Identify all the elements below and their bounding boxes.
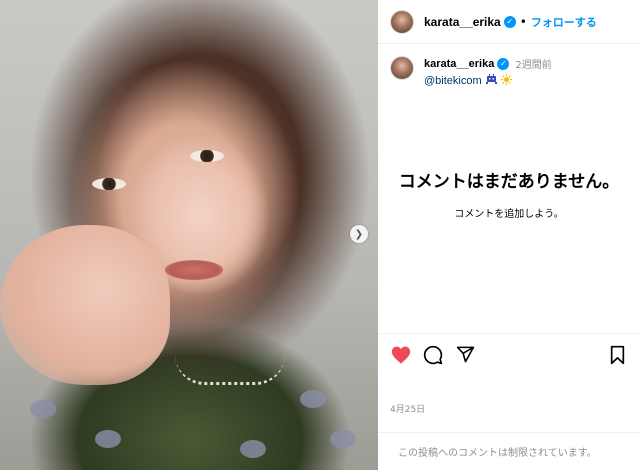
photo-detail [30,400,56,418]
verified-badge-icon: ✓ [497,57,510,70]
empty-comments-title: コメントはまだありません。 [398,172,620,192]
verified-badge-icon: ✓ [503,15,516,28]
caption-header: karata__erika ✓ 2週間前 [424,56,552,71]
post-side-panel: karata__erika ✓ • フォローする karata__erika ✓… [378,0,640,470]
bookmark-icon [610,345,624,364]
caption-username[interactable]: karata__erika [424,58,494,70]
caption-text: @bitekicom [424,74,552,88]
post-time[interactable]: 2週間前 [515,56,551,71]
post-header: karata__erika ✓ • フォローする [378,0,640,44]
chevron-right-icon: ❯ [354,228,364,240]
photo-detail [165,260,223,280]
author-username[interactable]: karata__erika [424,15,501,29]
photo-detail [175,355,285,385]
heart-icon [391,346,411,364]
like-button[interactable] [390,344,412,366]
post-photo [0,0,378,470]
caption: karata__erika ✓ 2週間前 @bitekicom [378,44,640,88]
post-actions [378,333,640,375]
avatar[interactable] [390,9,414,34]
carousel-next-button[interactable]: ❯ [350,225,368,243]
photo-detail [0,225,170,385]
separator-dot: • [519,14,527,29]
share-icon [456,346,474,363]
comment-button[interactable] [422,344,444,366]
post-date[interactable]: 4月25日 [390,402,425,415]
alien-monster-icon [485,74,497,88]
save-button[interactable] [606,344,628,366]
follow-button[interactable]: フォローする [531,14,597,30]
photo-detail [190,150,224,162]
comments-restricted-text: この投稿へのコメントは制限されています。 [398,448,597,459]
comments-restricted-notice: この投稿へのコメントは制限されています。 [378,432,640,470]
photo-detail [240,440,266,458]
photo-detail [330,430,356,448]
empty-comments: コメントはまだありません。 コメントを追加しよう。 [378,170,640,220]
photo-detail [300,390,326,408]
photo-detail [95,430,121,448]
comment-icon [423,345,443,364]
photo-detail [92,178,126,190]
sparkle-sun-icon [500,74,512,88]
share-button[interactable] [454,344,476,366]
empty-comments-subtitle: コメントを追加しよう。 [454,209,564,220]
caption-body: karata__erika ✓ 2週間前 @bitekicom [424,56,552,88]
caption-avatar[interactable] [390,56,414,80]
mention-link[interactable]: @bitekicom [424,75,482,87]
